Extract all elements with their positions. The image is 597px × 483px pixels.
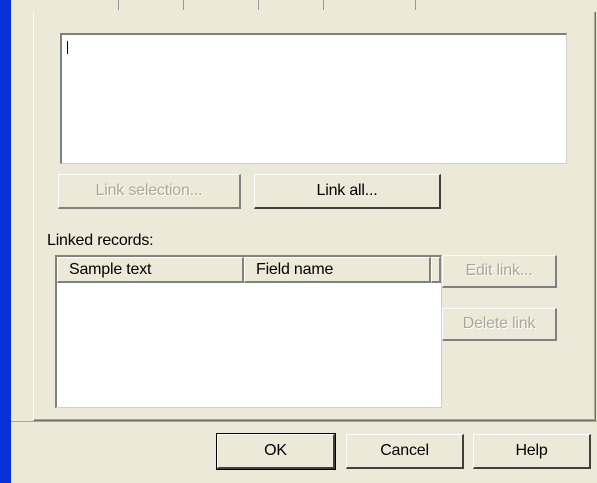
tab-divider	[258, 0, 259, 10]
column-header-field-name[interactable]: Field name	[244, 257, 431, 283]
link-all-button[interactable]: Link all...	[254, 174, 441, 209]
tab-divider	[323, 0, 324, 10]
text-caret	[67, 41, 68, 54]
tab-strip	[11, 0, 597, 12]
cancel-button[interactable]: Cancel	[346, 434, 464, 469]
tab-divider	[118, 0, 119, 10]
tab-divider	[183, 0, 184, 10]
window-frame-edge	[0, 0, 11, 483]
link-records-dialog: Link selection... Link all... Linked rec…	[11, 0, 597, 483]
record-text-area[interactable]	[60, 33, 567, 164]
column-header-filler	[431, 257, 441, 283]
delete-link-button[interactable]: Delete link	[442, 308, 557, 341]
help-button[interactable]: Help	[473, 434, 591, 469]
tab-divider	[415, 0, 416, 10]
panel-bottom-edge	[11, 421, 597, 422]
link-selection-button[interactable]: Link selection...	[58, 174, 241, 209]
linked-records-label: Linked records:	[47, 232, 154, 249]
linked-records-list[interactable]: Sample text Field name	[55, 255, 442, 408]
ok-button[interactable]: OK	[216, 433, 336, 470]
list-header: Sample text Field name	[57, 257, 441, 283]
edit-link-button[interactable]: Edit link...	[442, 255, 557, 288]
column-header-sample-text[interactable]: Sample text	[57, 257, 244, 283]
